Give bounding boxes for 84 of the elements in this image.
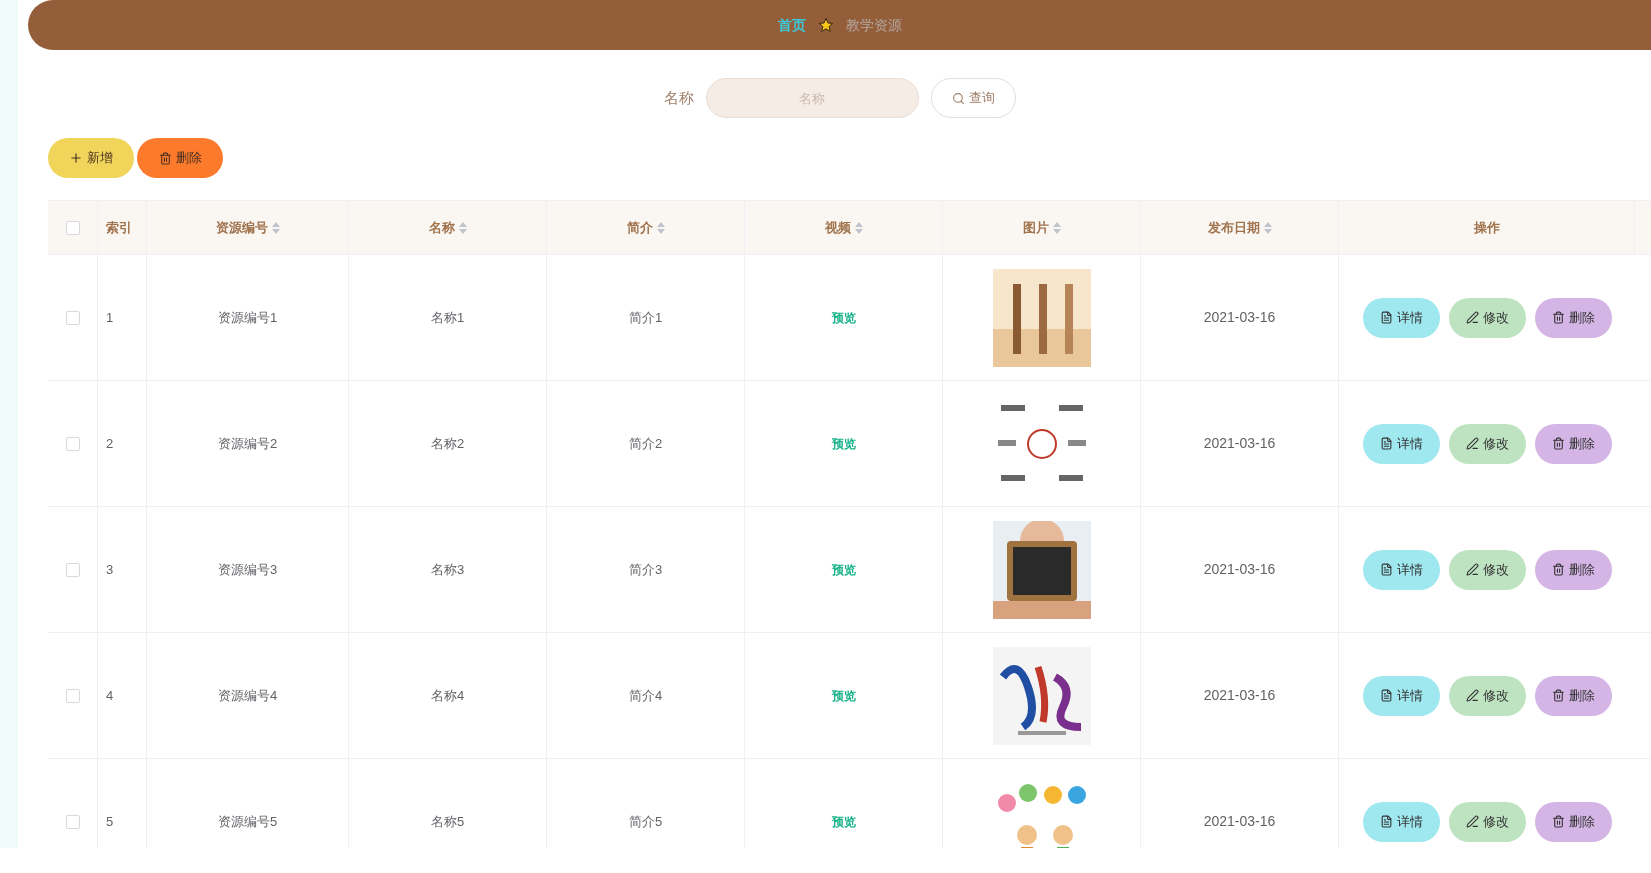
table-cell-text: 资源编号1	[217, 308, 278, 327]
document-icon	[1379, 563, 1393, 576]
select-all-checkbox[interactable]	[65, 220, 80, 235]
search-icon	[951, 91, 965, 105]
delete-button[interactable]: 删除	[137, 138, 223, 178]
table-cell-text: 简介5	[628, 812, 663, 831]
pencil-icon	[1465, 437, 1479, 450]
table-cell-text: 简介4	[628, 686, 663, 705]
table-cell-text: 名称3	[430, 560, 465, 579]
column-header[interactable]: 简介	[626, 217, 653, 238]
plus-icon	[69, 151, 83, 165]
column-header: 索引	[106, 218, 132, 237]
table-cell-text: 2	[106, 434, 114, 453]
table-cell-text: 2021-03-16	[1203, 560, 1276, 579]
row-checkbox[interactable]	[65, 688, 80, 703]
detail-button[interactable]: 详情	[1362, 675, 1440, 716]
detail-button[interactable]: 详情	[1362, 801, 1440, 842]
column-header[interactable]: 名称	[428, 217, 455, 238]
sort-icon[interactable]	[1052, 221, 1061, 234]
table-cell-text: 4	[106, 686, 114, 705]
table-cell-text: 名称1	[430, 308, 465, 327]
pencil-icon	[1465, 563, 1479, 576]
delete-button[interactable]: 删除	[1534, 801, 1612, 842]
table-cell-text: 简介1	[628, 308, 663, 327]
column-header[interactable]: 视频	[824, 217, 851, 238]
document-icon	[1379, 311, 1393, 324]
document-icon	[1379, 689, 1393, 702]
edit-button[interactable]: 修改	[1448, 297, 1526, 338]
pencil-icon	[1465, 815, 1479, 828]
table-cell-text: 名称4	[430, 686, 465, 705]
delete-button[interactable]: 删除	[1534, 675, 1612, 716]
table-cell-text: 名称2	[430, 434, 465, 453]
delete-button[interactable]: 删除	[1534, 423, 1612, 464]
detail-button[interactable]: 详情	[1362, 297, 1440, 338]
column-header[interactable]: 图片	[1022, 217, 1049, 238]
edit-button[interactable]: 修改	[1448, 423, 1526, 464]
table-cell-text: 2021-03-16	[1203, 686, 1276, 705]
table-cell-text: 资源编号5	[217, 812, 278, 831]
row-checkbox[interactable]	[65, 436, 80, 451]
row-checkbox[interactable]	[65, 310, 80, 325]
sort-icon[interactable]	[656, 221, 665, 234]
document-icon	[1379, 437, 1393, 450]
column-header[interactable]: 发布日期	[1207, 217, 1260, 238]
table-cell-text: 资源编号3	[217, 560, 278, 579]
sort-icon[interactable]	[854, 221, 863, 234]
detail-button[interactable]: 详情	[1362, 423, 1440, 464]
table-cell-text: 资源编号4	[217, 686, 278, 705]
column-header: 操作	[1473, 218, 1500, 237]
table-cell-text: 5	[106, 812, 114, 831]
table-cell-text: 名称5	[430, 812, 465, 831]
trash-icon	[1551, 563, 1565, 576]
sort-icon[interactable]	[458, 221, 467, 234]
trash-icon	[1551, 311, 1565, 324]
pencil-icon	[1465, 311, 1479, 324]
table-cell-text: 2021-03-16	[1203, 434, 1276, 453]
trash-icon	[1551, 689, 1565, 702]
detail-button[interactable]: 详情	[1362, 549, 1440, 590]
edit-button[interactable]: 修改	[1448, 549, 1526, 590]
table-cell-text: 2021-03-16	[1203, 308, 1276, 327]
document-icon	[1379, 815, 1393, 828]
search-button[interactable]: 查询	[930, 78, 1016, 118]
column-header[interactable]: 资源编号	[215, 217, 268, 238]
sort-icon[interactable]	[271, 221, 280, 234]
edit-button[interactable]: 修改	[1448, 675, 1526, 716]
star-icon	[817, 17, 834, 33]
table-cell-text: 2021-03-16	[1203, 812, 1276, 831]
trash-icon	[1551, 437, 1565, 450]
table-cell-text: 资源编号2	[217, 434, 278, 453]
delete-button[interactable]: 删除	[1534, 549, 1612, 590]
table-cell-text: 1	[106, 308, 114, 327]
table-cell-text: 3	[106, 560, 114, 579]
edit-button[interactable]: 修改	[1448, 801, 1526, 842]
row-checkbox[interactable]	[65, 562, 80, 577]
table-cell-text: 简介3	[628, 560, 663, 579]
row-checkbox[interactable]	[65, 814, 80, 829]
delete-button[interactable]: 删除	[1534, 297, 1612, 338]
table-cell-text: 简介2	[628, 434, 663, 453]
sort-icon[interactable]	[1263, 221, 1272, 234]
add-button[interactable]: 新增	[48, 138, 134, 178]
search-label: 名称	[663, 87, 694, 108]
trash-icon	[158, 151, 172, 165]
search-field[interactable]: 名称	[705, 78, 919, 118]
trash-icon	[1551, 815, 1565, 828]
pencil-icon	[1465, 689, 1479, 702]
